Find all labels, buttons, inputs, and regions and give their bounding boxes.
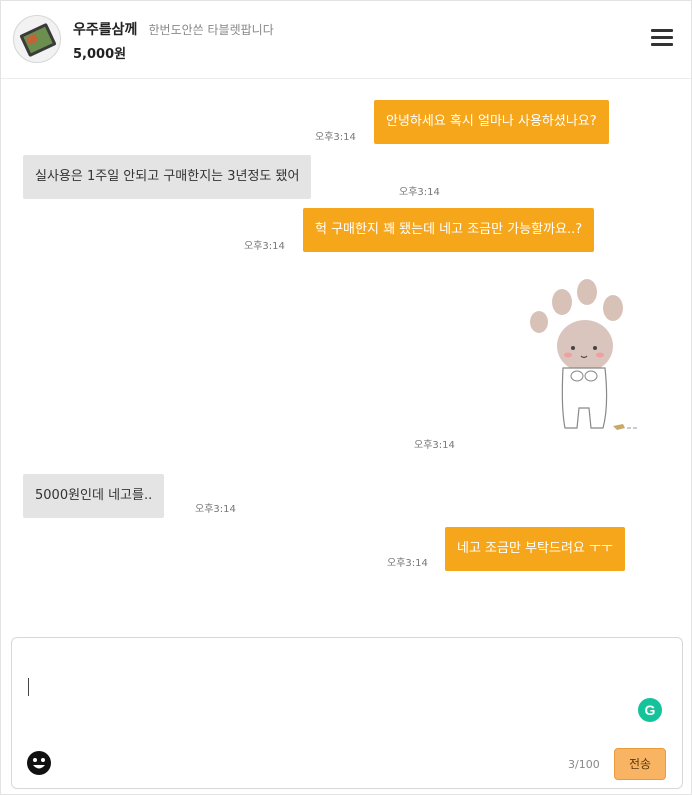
chat-window: 우주를삼께 한번도안쓴 타블렛팝니다 5,000원 안녕하세요 혹시 얼마나 사…: [0, 0, 692, 795]
message-time: 오후3:14: [387, 558, 428, 569]
character-counter: 3/100: [568, 758, 600, 771]
message-time: 오후3:14: [315, 132, 356, 143]
message-time: 오후3:14: [195, 504, 236, 515]
message-input[interactable]: G 3/100 전송: [11, 637, 683, 789]
chat-header: 우주를삼께 한번도안쓴 타블렛팝니다 5,000원: [1, 1, 691, 79]
message-bubble-sent: 네고 조금만 부탁드려요 ㅜㅜ: [445, 527, 625, 571]
text-caret: [28, 678, 29, 696]
message-time: 오후3:14: [414, 440, 455, 451]
seller-name: 우주를삼께: [73, 22, 138, 38]
message-list: 안녕하세요 혹시 얼마나 사용하셨나요? 오후3:14 실사용은 1주일 안되고…: [1, 80, 691, 630]
hamburger-menu-icon[interactable]: [651, 29, 673, 49]
message-time: 오후3:14: [399, 187, 440, 198]
message-time: 오후3:14: [244, 241, 285, 252]
emoji-icon[interactable]: [26, 750, 52, 776]
message-bubble-received: 5000원인데 네고를..: [23, 474, 165, 518]
message-bubble-sent: 안녕하세요 혹시 얼마나 사용하셨나요?: [374, 100, 609, 144]
send-button[interactable]: 전송: [614, 748, 666, 780]
message-bubble-received: 실사용은 1주일 안되고 구매한지는 3년정도 됐어: [23, 155, 312, 199]
listing-price: 5,000원: [73, 47, 127, 62]
listing-title: 한번도안쓴 타블렛팝니다: [148, 23, 274, 37]
grammarly-icon[interactable]: G: [638, 698, 662, 722]
message-bubble-sent: 헉 구매한지 꽤 됐는데 네고 조금만 가능할까요..?: [303, 208, 595, 252]
product-thumbnail[interactable]: [13, 15, 61, 63]
bear-paw-sticker: [525, 278, 645, 438]
tablet-image: [19, 23, 57, 57]
